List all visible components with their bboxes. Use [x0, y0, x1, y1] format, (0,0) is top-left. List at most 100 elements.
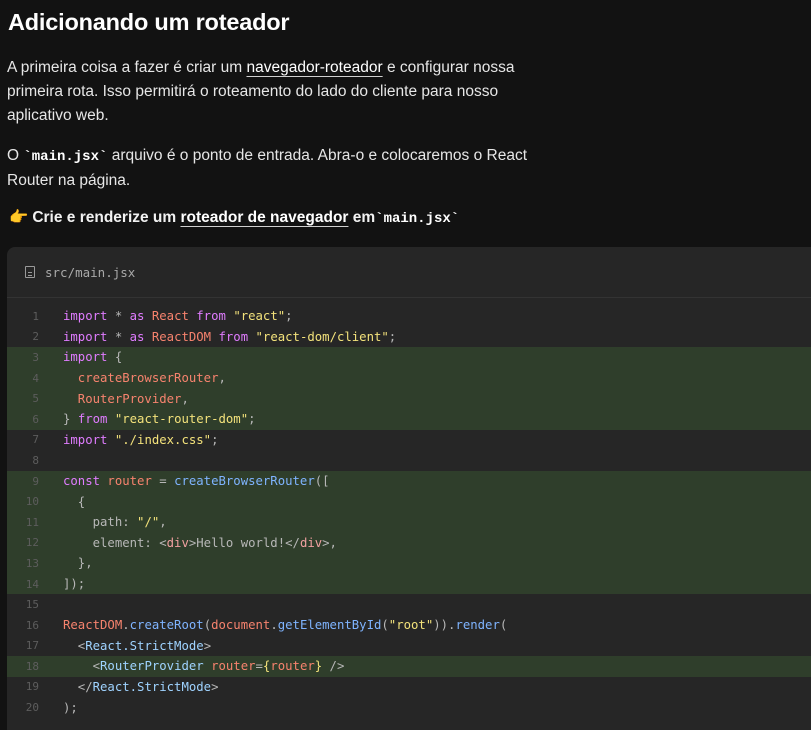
code-text: <RouterProvider router={router} /> — [47, 659, 345, 674]
code-line: 1 import * as React from "react"; — [7, 306, 811, 327]
code-line: 5 RouterProvider, — [7, 388, 811, 409]
line-number: 4 — [32, 371, 39, 385]
code-text: import * as React from "react"; — [47, 309, 293, 323]
step-text-start: Crie e renderize um — [32, 209, 181, 226]
code-token: path: — [63, 515, 138, 530]
code-token: "react-dom/client" — [255, 329, 389, 344]
code-token: . — [270, 618, 278, 633]
code-token: import — [63, 329, 108, 344]
code-token: )). — [433, 618, 456, 633]
pointing-hand-icon: 👉 — [9, 209, 29, 226]
code-token: { — [114, 350, 123, 365]
code-token: import — [63, 350, 115, 365]
code-line: 19 </React.StrictMode> — [7, 677, 811, 698]
line-number: 1 — [32, 309, 39, 323]
code-token: ( — [499, 618, 508, 633]
code-token: router — [107, 474, 160, 489]
code-token: React.StrictMode — [92, 679, 212, 694]
code-token: >, — [322, 535, 337, 550]
line-number: 2 — [32, 330, 39, 344]
code-text: }, — [47, 556, 93, 570]
code-file-header: src/main.jsx — [7, 247, 811, 298]
line-number: 15 — [25, 598, 39, 612]
code-token: RouterProvider — [63, 391, 182, 406]
code-token: . — [122, 618, 130, 633]
code-token: createBrowserRouter — [63, 371, 219, 386]
code-text: element: <div>Hello world!</div>, — [47, 536, 337, 550]
code-text: const router = createBrowserRouter([ — [47, 474, 330, 488]
code-token: from — [218, 329, 256, 344]
code-token: div — [299, 535, 323, 550]
code-line: 17 <React.StrictMode> — [7, 636, 811, 657]
line-number: 17 — [25, 639, 39, 653]
intro-text-start: A primeira coisa a fazer é criar um — [7, 59, 247, 76]
code-token: ([ — [314, 474, 330, 489]
code-token: element: < — [63, 535, 167, 550]
code-block: src/main.jsx 1 import * as React from "re… — [7, 247, 811, 730]
code-token: createBrowserRouter — [174, 474, 315, 489]
code-line: 15 — [7, 594, 811, 615]
code-token: ]); — [63, 577, 86, 592]
entry-point-paragraph: O `main.jsx` arquivo é o ponto de entrad… — [7, 144, 527, 193]
code-line: 18 <RouterProvider router={router} /> — [7, 656, 811, 677]
code-line: 13 }, — [7, 553, 811, 574]
code-token: from — [196, 309, 234, 324]
line-number: 12 — [25, 536, 39, 550]
line-number: 9 — [32, 474, 39, 488]
code-token: ReactDOM — [63, 618, 123, 633]
code-lines[interactable]: 1 import * as React from "react"; 2 import … — [7, 298, 811, 718]
code-token: div — [166, 535, 189, 550]
code-line: 2 import * as ReactDOM from "react-dom/cl… — [7, 327, 811, 348]
code-token: , — [181, 391, 189, 406]
line-number: 5 — [32, 392, 39, 406]
code-token: getElementById — [277, 618, 382, 633]
code-token: ReactDOM — [151, 329, 219, 344]
code-text: ]); — [47, 577, 85, 591]
code-token: * — [107, 329, 130, 344]
code-line: 14]); — [7, 573, 811, 595]
line-number: 11 — [25, 515, 39, 529]
code-token: ( — [203, 618, 212, 633]
code-text: </React.StrictMode> — [47, 680, 219, 694]
code-token: </ — [63, 679, 93, 694]
browser-router-docs-link[interactable]: roteador de navegador — [180, 209, 348, 226]
code-token: router — [211, 659, 256, 674]
line-number: 6 — [32, 412, 39, 426]
code-line: 7 import "./index.css"; — [7, 430, 811, 451]
code-token: ; — [248, 412, 256, 427]
code-line: 12 element: <div>Hello world!</div>, — [7, 532, 811, 554]
code-token: { — [63, 494, 86, 509]
code-token: ; — [285, 309, 293, 324]
code-token: ); — [63, 700, 78, 715]
code-token: createRoot — [129, 618, 204, 633]
code-text: } from "react-router-dom"; — [47, 412, 256, 426]
code-token: , — [159, 515, 167, 530]
code-token: ; — [211, 432, 219, 447]
code-line: 20); — [7, 697, 811, 718]
code-token: React.StrictMode — [85, 638, 204, 653]
code-token: "react-router-dom" — [114, 412, 249, 427]
line-number: 19 — [25, 680, 39, 694]
code-text: createBrowserRouter, — [47, 371, 226, 385]
code-line: 9 const router = createBrowserRouter([ — [7, 470, 811, 492]
code-line: 6 } from "react-router-dom"; — [7, 408, 811, 430]
browser-router-link[interactable]: navegador-roteador — [246, 59, 382, 76]
line-number: 20 — [25, 701, 39, 715]
line-number: 3 — [32, 350, 39, 364]
code-token: > — [203, 638, 212, 653]
line-number: 18 — [25, 659, 39, 673]
code-token: > — [211, 679, 219, 694]
code-token: * — [107, 309, 130, 324]
code-text: ReactDOM.createRoot(document.getElementB… — [47, 618, 507, 632]
code-token: "/" — [137, 515, 160, 530]
code-text: { — [47, 495, 85, 509]
code-token: ; — [388, 329, 397, 344]
code-token: import — [63, 309, 108, 324]
code-token: import — [63, 432, 115, 447]
code-text: ); — [47, 701, 78, 715]
line-number: 10 — [25, 495, 39, 509]
code-token: render — [455, 618, 500, 633]
code-token: = — [159, 474, 175, 489]
code-token: as — [129, 309, 152, 324]
entry-text-start: O — [7, 147, 24, 164]
